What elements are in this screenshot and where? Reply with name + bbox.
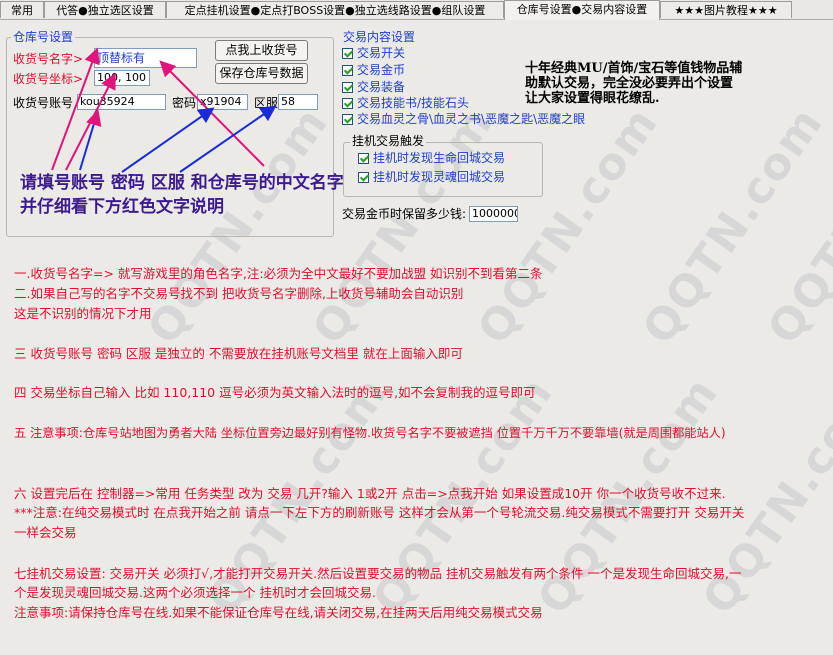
check-icon (358, 171, 369, 183)
checkbox-trade-gold[interactable]: 交易金币 (342, 63, 405, 77)
trade-trigger-title: 挂机交易触发 (350, 134, 427, 148)
instruction-line: 一样会交易 (14, 525, 77, 540)
instruction-line: 六 设置完后在 控制器=>常用 任务类型 改为 交易 几开?输入 1或2开 点击… (14, 486, 726, 501)
gold-reserve-label: 交易金币时保留多少钱: (342, 207, 467, 221)
instruction-line: 三 收货号账号 密码 区服 是独立的 不需要放在挂机账号文档里 就在上面输入即可 (14, 346, 463, 361)
arrow-from-right (159, 60, 265, 167)
ad-line-2: 助默认交易，完全没必要弄出个设置 (525, 76, 734, 91)
ad-line-1: 十年经典MU/首饰/宝石等值钱物品辅 (525, 61, 743, 76)
checkbox-trade-switch[interactable]: 交易开关 (342, 46, 405, 60)
gold-reserve-input[interactable]: 1000000 (469, 206, 518, 222)
check-icon (342, 64, 353, 76)
arrow-to-server (179, 105, 277, 173)
check-icon (342, 81, 353, 93)
instruction-line: 一.收货号名字=> 就写游戏里的角色名字,注:必须为全中文最好不要加战盟 如识别… (14, 266, 543, 281)
instruction-line: 七挂机交易设置: 交易开关 必须打√,才能打开交易开关.然后设置要交易的物品 挂… (14, 566, 742, 581)
checkbox-trade-skill-book[interactable]: 交易技能书/技能石头 (342, 96, 469, 110)
arrow-to-coord (65, 72, 116, 171)
instruction-line: 这是不识别的情况下才用 (14, 306, 152, 321)
arrow-to-name (51, 47, 100, 171)
instruction-line: 二.如果自己写的名字不交易号找不到 把收货号名字删除,上收货号辅助会自动识别 (14, 286, 464, 301)
trade-group-title: 交易内容设置 (341, 30, 418, 44)
instruction-line: 四 交易坐标自己输入 比如 110,110 逗号必须为英文输入法时的逗号,如不会… (14, 385, 536, 400)
instruction-line: 注意事项:请保持仓库号在线.如果不能保证仓库号在线,请关闭交易,在挂两天后用纯交… (14, 605, 543, 620)
check-icon (358, 152, 369, 164)
arrow-to-password (121, 107, 215, 173)
checkbox-trigger-life[interactable]: 挂机时发现生命回城交易 (358, 151, 505, 165)
checkbox-trigger-soul[interactable]: 挂机时发现灵魂回城交易 (358, 170, 505, 184)
checkbox-trade-blood-items[interactable]: 交易血灵之骨\血灵之书\恶魔之匙\恶魔之眼 (342, 112, 585, 126)
instruction-line: ***注意:在纯交易模式时 在点我开始之前 请点一下左下方的刷新账号 这样才会从… (14, 505, 745, 520)
checkbox-trade-equipment[interactable]: 交易装备 (342, 80, 405, 94)
ad-line-3: 让大家设置得眼花缭乱. (525, 91, 660, 106)
instruction-line: 五 注意事项:仓库号站地图为勇者大陆 坐标位置旁边最好别有怪物.收货号名字不要被… (14, 426, 726, 440)
check-icon (342, 97, 353, 109)
check-icon (342, 47, 353, 59)
check-icon (342, 113, 353, 125)
instruction-line: 个是发现灵魂回城交易.这两个必须选择一个 挂机时才会回城交易. (14, 585, 376, 600)
